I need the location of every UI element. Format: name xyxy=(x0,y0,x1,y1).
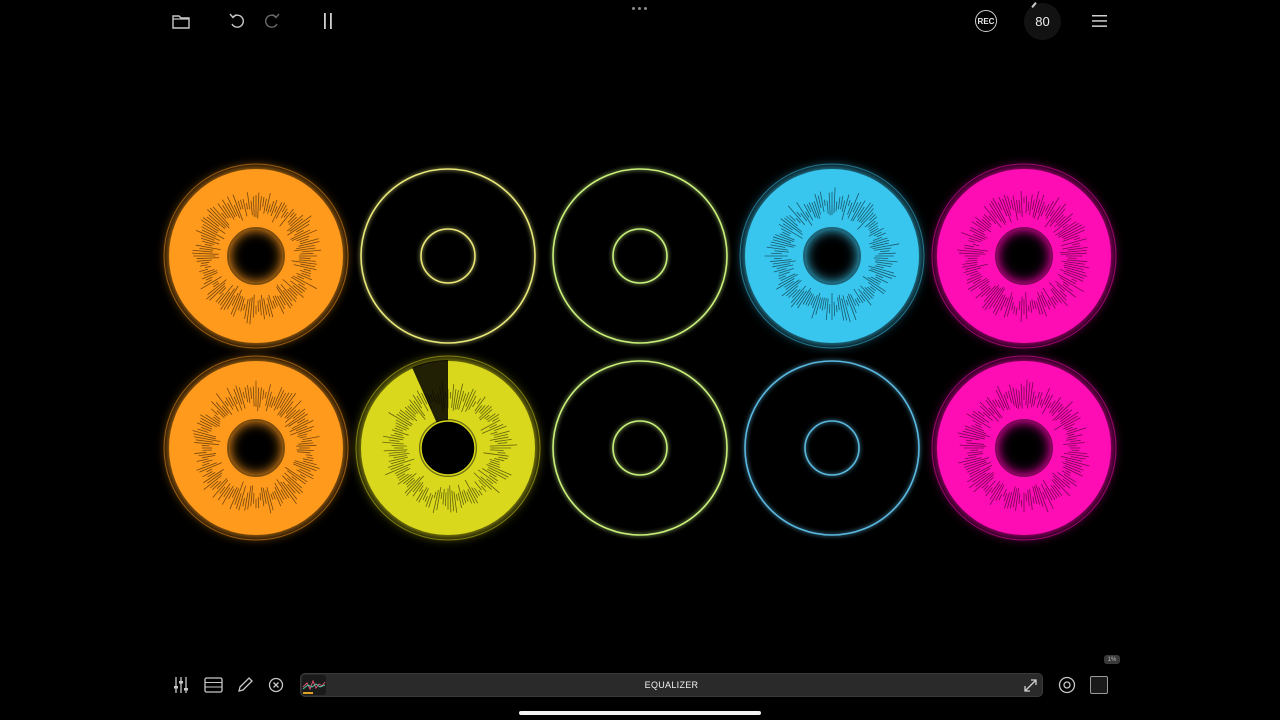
pad-r2-c1[interactable] xyxy=(163,355,349,541)
pad-r1-c3[interactable] xyxy=(552,168,728,344)
mixer-sliders-icon[interactable] xyxy=(171,675,191,695)
home-indicator[interactable] xyxy=(519,711,761,715)
list-icon[interactable] xyxy=(202,675,224,695)
pad-r2-c4[interactable] xyxy=(744,360,920,536)
pad-r2-c2[interactable] xyxy=(355,355,541,541)
cpu-label: 1% xyxy=(1107,656,1117,663)
equalizer-panel-bar[interactable]: EQUALIZER xyxy=(300,673,1043,697)
equalizer-label: EQUALIZER xyxy=(644,680,699,690)
pad-r2-c5[interactable] xyxy=(931,355,1117,541)
pad-r2-c3[interactable] xyxy=(552,360,728,536)
target-icon[interactable] xyxy=(1057,675,1077,695)
track-thumbnail[interactable] xyxy=(1090,676,1108,694)
pad-grid xyxy=(163,163,1117,541)
close-circle-icon[interactable] xyxy=(266,675,286,695)
cpu-badge: 1% xyxy=(1104,655,1120,664)
pencil-icon[interactable] xyxy=(235,675,255,695)
pad-r1-c5[interactable] xyxy=(931,163,1117,349)
pad-r1-c1[interactable] xyxy=(163,163,349,349)
pad-r1-c2[interactable] xyxy=(360,168,536,344)
expand-icon[interactable] xyxy=(1022,677,1038,693)
pad-r1-c4[interactable] xyxy=(739,163,925,349)
